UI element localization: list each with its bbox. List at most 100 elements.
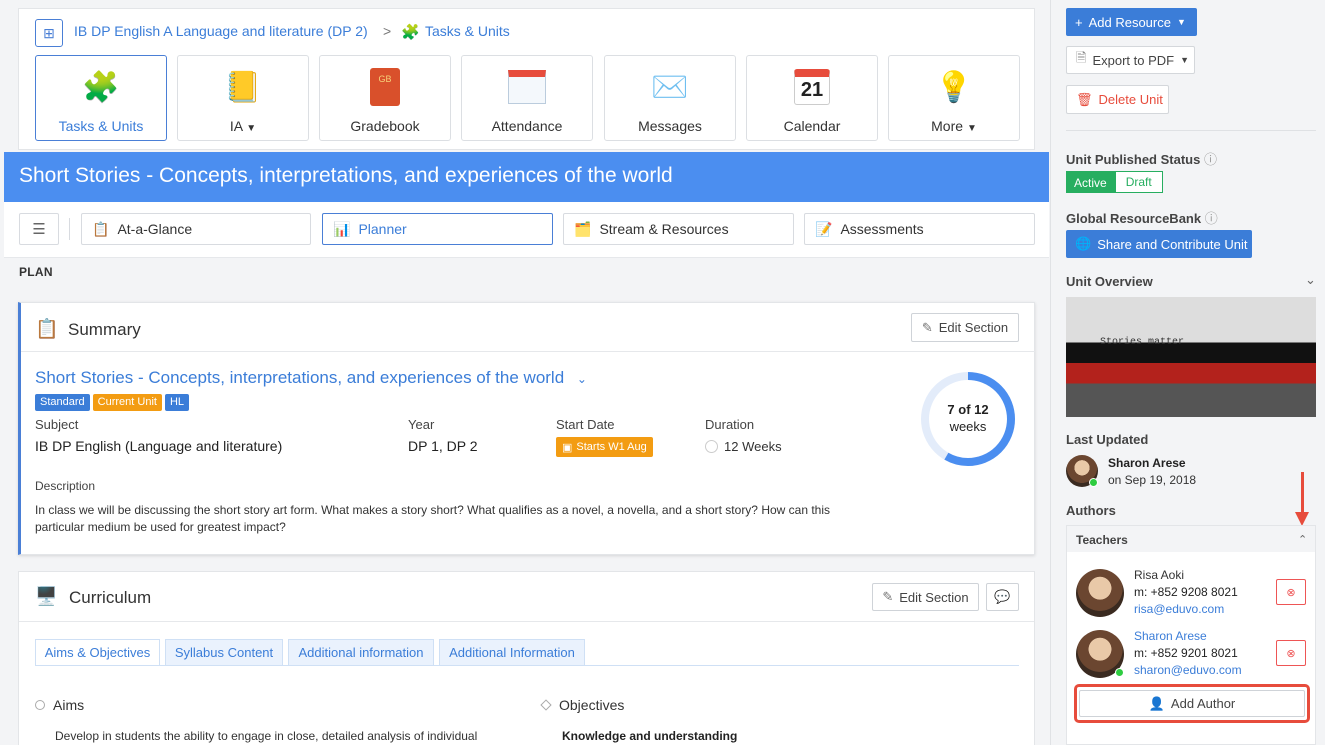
comment-button[interactable]: 💬 xyxy=(986,583,1019,611)
module-nav-card: ⊞ IB DP English A Language and literatur… xyxy=(18,8,1035,150)
pencil-icon: ✎ xyxy=(921,319,933,335)
nav-tile-calendar[interactable]: 21 Calendar xyxy=(746,55,878,141)
unit-overview-image[interactable]: Stories matter xyxy=(1066,297,1316,417)
unit-title-bar: Short Stories - Concepts, interpretation… xyxy=(4,152,1049,202)
tab-label: At-a-Glance xyxy=(117,221,193,237)
summary-heading: Summary xyxy=(68,320,141,339)
tab-at-a-glance[interactable]: 📋 At-a-Glance xyxy=(81,213,311,245)
add-author-button[interactable]: 👤 Add Author xyxy=(1079,690,1305,717)
unit-title-link[interactable]: Short Stories - Concepts, interpretation… xyxy=(35,368,587,388)
nav-tile-tasks-units[interactable]: 🧩 Tasks & Units xyxy=(35,55,167,141)
globe-icon: 🌐 xyxy=(1075,236,1092,251)
divider xyxy=(69,218,70,240)
chevron-down-icon[interactable]: ⌄ xyxy=(577,372,587,386)
lightbulb-chat-icon: 💡 xyxy=(935,70,973,104)
delete-unit-button[interactable]: 🗑 Delete Unit xyxy=(1066,85,1169,114)
attendance-calendar-icon xyxy=(508,68,546,106)
unit-subnav: ☰ 📋 At-a-Glance 📊 Planner 🗂️ Stream & Resou… xyxy=(4,202,1049,258)
clipboard-icon: 📋 xyxy=(92,220,110,237)
remove-author-button[interactable]: ⊗ xyxy=(1276,640,1306,666)
tab-assessments[interactable]: 📝 Assessments xyxy=(804,213,1035,245)
updated-date: on Sep 19, 2018 xyxy=(1108,473,1197,487)
nav-tile-label: Gradebook xyxy=(350,118,420,134)
export-pdf-button[interactable]: 🗎 Export to PDF ▼ xyxy=(1066,46,1195,74)
calendar-icon: 21 xyxy=(793,68,831,106)
clock-icon xyxy=(705,440,718,453)
online-indicator xyxy=(1115,668,1124,677)
badge-standard: Standard xyxy=(35,394,90,411)
divider xyxy=(19,621,1034,622)
tab-planner[interactable]: 📊 Planner xyxy=(322,213,553,245)
tab-aims-objectives[interactable]: Aims & Objectives xyxy=(35,639,160,666)
status-draft-button[interactable]: Draft xyxy=(1114,171,1163,193)
teacher-email[interactable]: risa@eduvo.com xyxy=(1134,602,1224,616)
breadcrumb-course[interactable]: IB DP English A Language and literature … xyxy=(74,23,368,39)
chevron-up-icon: ⌃ xyxy=(1298,534,1308,546)
circle-icon xyxy=(35,700,45,710)
edit-summary-button[interactable]: ✎ Edit Section xyxy=(911,313,1019,342)
year-value: DP 1, DP 2 xyxy=(408,438,478,454)
plan-heading: PLAN xyxy=(19,265,53,279)
online-indicator xyxy=(1089,478,1098,487)
user-plus-icon: 👤 xyxy=(1148,695,1165,711)
nav-tile-messages[interactable]: ✉️ Messages xyxy=(604,55,736,141)
breadcrumb-current[interactable]: Tasks & Units xyxy=(425,23,510,39)
objectives-subheading: Knowledge and understanding xyxy=(562,729,738,743)
breadcrumb-separator: > xyxy=(383,23,392,39)
tab-additional-information-2[interactable]: Additional Information xyxy=(439,639,585,666)
remove-author-button[interactable]: ⊗ xyxy=(1276,579,1306,605)
tab-stream-resources[interactable]: 🗂️ Stream & Resources xyxy=(563,213,794,245)
authors-label: Authors xyxy=(1066,503,1116,518)
teacher-email[interactable]: sharon@eduvo.com xyxy=(1134,663,1242,677)
info-icon[interactable]: ⓘ xyxy=(1204,152,1217,167)
puzzle-icon: 🧩 xyxy=(401,24,420,41)
share-contribute-button[interactable]: 🌐 Share and Contribute Unit xyxy=(1066,230,1252,258)
start-date-label: Start Date xyxy=(556,417,615,432)
status-active-button[interactable]: Active xyxy=(1066,171,1115,193)
tab-syllabus-content[interactable]: Syllabus Content xyxy=(165,639,283,666)
chevron-down-icon[interactable]: ⌄ xyxy=(1305,272,1316,288)
teachers-label: Teachers xyxy=(1076,533,1128,547)
summary-card: 📋 Summary ✎ Edit Section Short Stories - … xyxy=(18,302,1035,555)
nav-tile-gradebook[interactable]: GB Gradebook xyxy=(319,55,451,141)
authors-panel: Teachers ⌃ Risa Aoki m: +852 9208 8021 r… xyxy=(1066,525,1316,745)
caret-down-icon: ▼ xyxy=(246,123,257,134)
button-label: Edit Section xyxy=(899,589,969,605)
apps-grid-icon[interactable]: ⊞ xyxy=(35,19,63,47)
tab-additional-information-1[interactable]: Additional information xyxy=(288,639,434,666)
nav-tile-ia[interactable]: 📒 IA ▼ xyxy=(177,55,309,141)
nav-tile-more[interactable]: 💡 More ▼ xyxy=(888,55,1020,141)
duration-value: 12 Weeks xyxy=(705,439,782,454)
edit-curriculum-button[interactable]: ✎ Edit Section xyxy=(872,583,979,611)
nav-tile-attendance[interactable]: Attendance xyxy=(461,55,593,141)
summary-icon: 📋 xyxy=(35,319,59,340)
published-status-label: Unit Published Status ⓘ xyxy=(1066,152,1217,167)
curriculum-card: 🖥️ Curriculum ✎ Edit Section 💬 Aims & Obj… xyxy=(18,571,1035,745)
duration-label: Duration xyxy=(705,417,755,432)
tab-label: Stream & Resources xyxy=(599,221,729,237)
remove-circle-icon: ⊗ xyxy=(1286,647,1296,660)
subject-value: IB DP English (Language and literature) xyxy=(35,438,283,454)
nav-tile-label: Tasks & Units xyxy=(58,118,144,134)
gradebook-icon: GB xyxy=(366,68,404,106)
tab-label: Planner xyxy=(358,221,407,237)
divider xyxy=(1066,130,1316,131)
nav-tile-label: Calendar xyxy=(783,118,841,134)
stream-icon: 🗂️ xyxy=(574,220,592,237)
teacher-name: Risa Aoki xyxy=(1134,568,1185,582)
teacher-name[interactable]: Sharon Arese xyxy=(1134,629,1207,643)
last-updated-label: Last Updated xyxy=(1066,432,1149,447)
caret-down-icon: ▼ xyxy=(1176,17,1186,27)
add-resource-button[interactable]: + Add Resource ▼ xyxy=(1066,8,1197,36)
badge-hl: HL xyxy=(164,394,190,411)
nav-tile-label: Messages xyxy=(638,118,702,134)
calendar-small-icon: ▣ xyxy=(562,441,573,454)
year-label: Year xyxy=(408,417,435,432)
teacher-phone: m: +852 9208 8021 xyxy=(1134,585,1238,599)
list-toggle-button[interactable]: ☰ xyxy=(19,213,59,245)
assessment-icon: 📝 xyxy=(815,220,833,237)
trash-icon: 🗑 xyxy=(1076,91,1093,107)
teachers-header[interactable]: Teachers ⌃ xyxy=(1067,526,1315,552)
info-icon[interactable]: ⓘ xyxy=(1205,211,1218,226)
status-toggle: Active Draft xyxy=(1066,171,1163,193)
